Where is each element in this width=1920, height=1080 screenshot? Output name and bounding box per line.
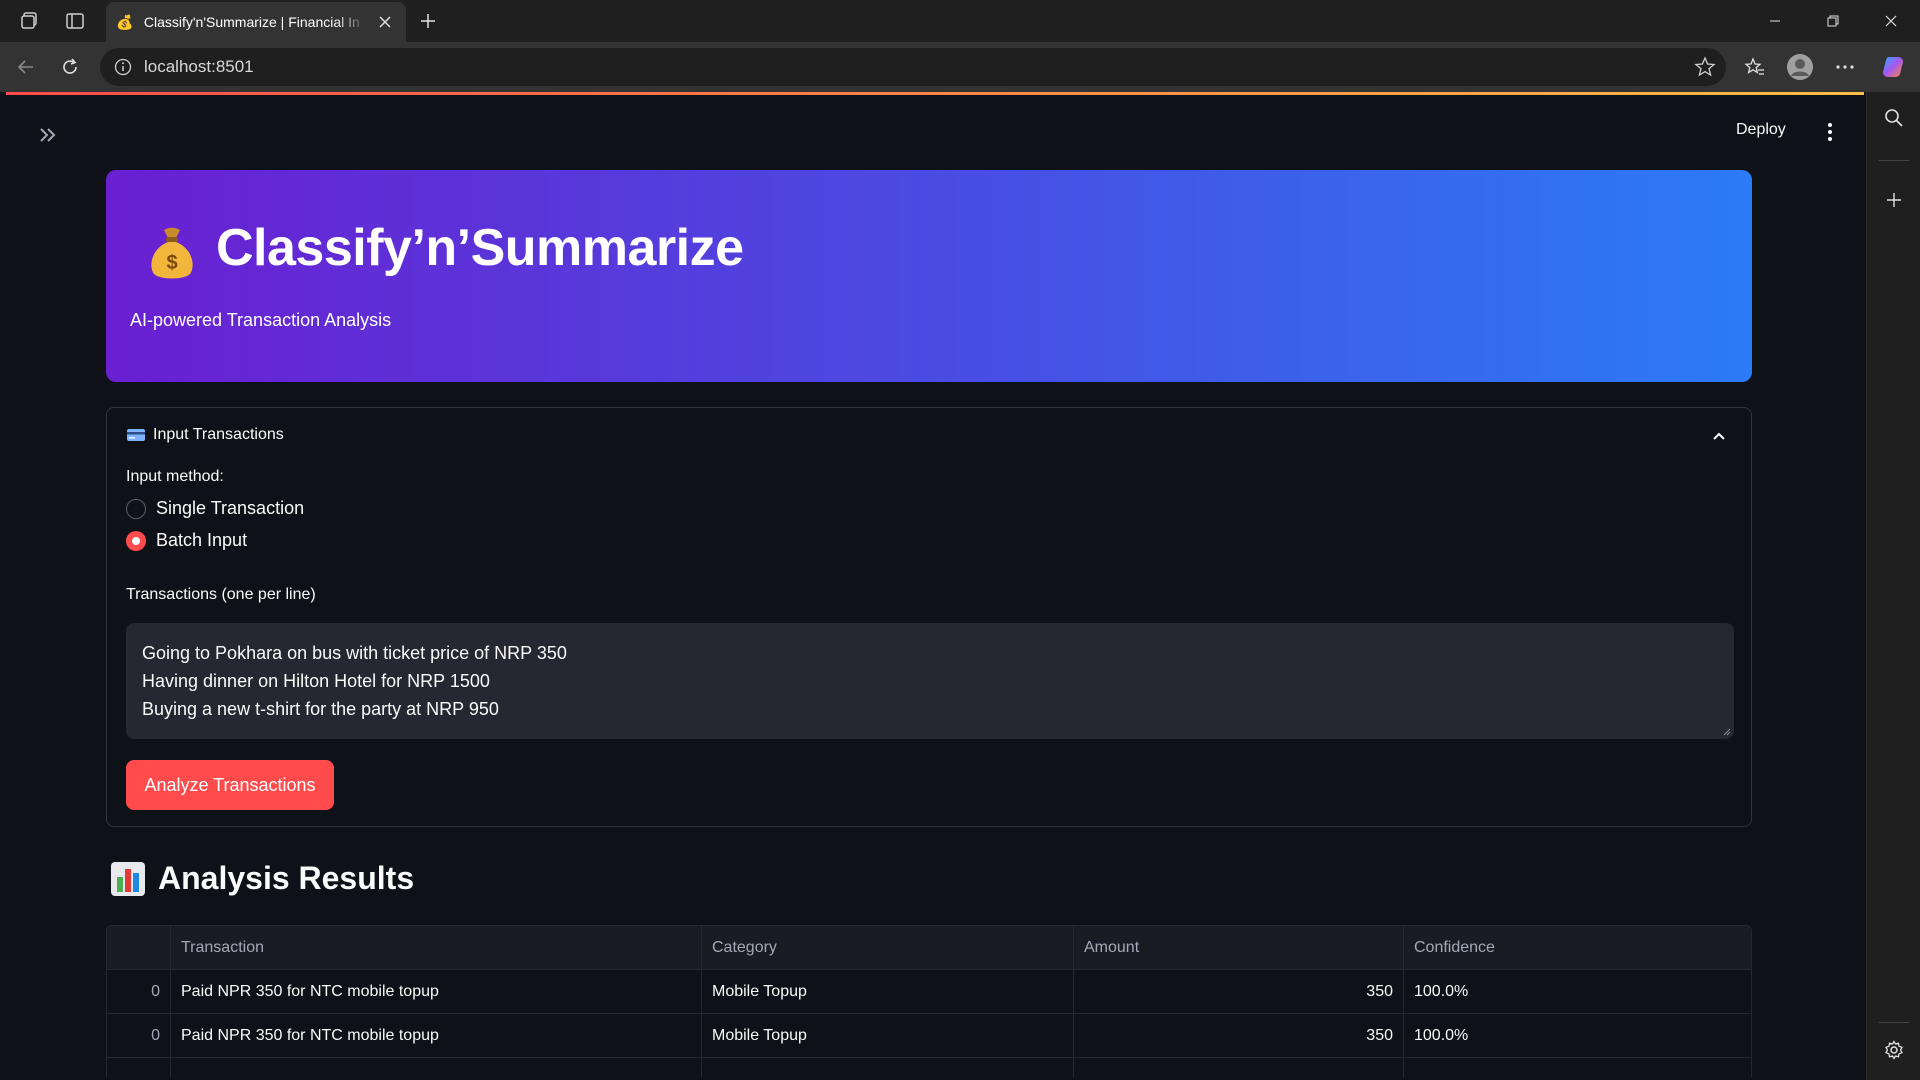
textarea-label: Transactions (one per line) — [126, 586, 316, 603]
cell-category[interactable] — [702, 1058, 1074, 1077]
column-header-transaction[interactable]: Transaction — [171, 926, 702, 970]
close-window-icon[interactable] — [1868, 6, 1914, 36]
cell-amount[interactable]: 350 — [1074, 970, 1404, 1014]
cell-amount[interactable]: 350 — [1074, 1014, 1404, 1058]
add-sidebar-app-icon[interactable] — [1880, 186, 1908, 214]
hero-banner: $ Classify’n’Summarize AI-powered Transa… — [106, 170, 1752, 382]
vertical-tabs-icon[interactable] — [62, 8, 88, 34]
app-subtitle: AI-powered Transaction Analysis — [130, 310, 392, 330]
new-tab-icon[interactable] — [414, 7, 442, 35]
address-text: localhost:8501 — [144, 57, 254, 76]
cell-transaction[interactable] — [171, 1058, 702, 1077]
site-info-icon[interactable] — [114, 58, 132, 76]
more-menu-icon[interactable] — [1830, 52, 1860, 82]
money-bag-icon: $ — [142, 222, 202, 282]
streamlit-app: Deploy $ Classify’n’Summarize AI-powered… — [6, 95, 1864, 1077]
textarea-line: Having dinner on Hilton Hotel for NRP 15… — [142, 671, 490, 691]
cell-transaction[interactable]: Paid NPR 350 for NTC mobile topup — [171, 970, 702, 1014]
workspaces-icon[interactable] — [17, 8, 43, 34]
radio-label: Batch Input — [156, 530, 248, 550]
row-index — [107, 1058, 171, 1077]
profile-avatar-icon[interactable] — [1785, 52, 1815, 82]
chevron-up-icon[interactable] — [1709, 426, 1729, 446]
browser-navbar: localhost:8501 — [0, 42, 1920, 92]
browser-titlebar: 💰 Classify'n'Summarize | Financial In — [0, 0, 1920, 42]
favorite-star-icon[interactable] — [1694, 56, 1716, 78]
sidebar-divider — [1879, 1022, 1909, 1023]
table-row: 0 Paid NPR 350 for NTC mobile topup Mobi… — [107, 970, 1751, 1014]
browser-sidebar — [1866, 92, 1920, 1080]
column-header-amount[interactable]: Amount — [1074, 926, 1404, 970]
settings-gear-icon[interactable] — [1880, 1036, 1908, 1064]
input-method-label: Input method: — [126, 468, 224, 485]
analyze-transactions-button[interactable]: Analyze Transactions — [126, 760, 334, 810]
cell-category[interactable]: Mobile Topup — [702, 970, 1074, 1014]
textarea-line: Going to Pokhara on bus with ticket pric… — [142, 643, 567, 663]
transactions-textarea[interactable]: Going to Pokhara on bus with ticket pric… — [126, 623, 1734, 739]
search-icon[interactable] — [1880, 104, 1908, 132]
results-table: Transaction Category Amount Confidence 0… — [106, 925, 1752, 1077]
radio-circle-selected[interactable] — [126, 530, 146, 551]
cell-transaction[interactable]: Paid NPR 350 for NTC mobile topup — [171, 1014, 702, 1058]
cell-confidence[interactable]: 100.0% — [1404, 970, 1751, 1014]
app-title: Classify’n’Summarize — [216, 219, 744, 277]
column-header-index[interactable] — [107, 926, 171, 970]
table-row-partial — [107, 1058, 1751, 1077]
deploy-button[interactable]: Deploy — [1728, 115, 1794, 145]
browser-tab-active[interactable]: 💰 Classify'n'Summarize | Financial In — [106, 2, 406, 42]
input-transactions-expander: Input Transactions Input method: Single … — [106, 407, 1752, 827]
radio-circle[interactable] — [126, 498, 146, 519]
cell-confidence[interactable]: 100.0% — [1404, 1014, 1751, 1058]
column-header-confidence[interactable]: Confidence — [1404, 926, 1751, 970]
column-header-category[interactable]: Category — [702, 926, 1074, 970]
cell-confidence[interactable] — [1404, 1058, 1751, 1077]
expand-sidebar-icon[interactable] — [32, 119, 64, 151]
bar-chart-icon — [110, 861, 146, 897]
textarea-line: Buying a new t-shirt for the party at NR… — [142, 699, 499, 719]
radio-single-transaction[interactable]: Single Transaction — [126, 498, 304, 519]
close-tab-icon[interactable] — [374, 11, 396, 33]
row-index: 0 — [107, 970, 171, 1014]
expander-title: Input Transactions — [153, 426, 284, 443]
address-bar[interactable]: localhost:8501 — [100, 48, 1726, 86]
radio-label: Single Transaction — [156, 498, 305, 518]
svg-text:$: $ — [166, 252, 177, 274]
expander-header[interactable]: Input Transactions — [127, 426, 284, 444]
copilot-icon[interactable] — [1878, 52, 1908, 82]
cell-category[interactable]: Mobile Topup — [702, 1014, 1074, 1058]
credit-card-icon — [127, 429, 145, 441]
table-row: 0 Paid NPR 350 for NTC mobile topup Mobi… — [107, 1014, 1751, 1058]
results-title: Analysis Results — [158, 860, 415, 896]
results-header: Analysis Results — [110, 860, 414, 897]
favorites-icon[interactable] — [1740, 52, 1770, 82]
main-menu-icon[interactable] — [1818, 117, 1842, 147]
radio-batch-input[interactable]: Batch Input — [126, 530, 247, 551]
restore-icon[interactable] — [1810, 6, 1856, 36]
resize-handle-icon[interactable] — [1723, 728, 1731, 736]
refresh-icon[interactable] — [56, 53, 84, 81]
minimize-icon[interactable] — [1752, 6, 1798, 36]
back-icon[interactable] — [12, 53, 40, 81]
row-index: 0 — [107, 1014, 171, 1058]
tab-title: Classify'n'Summarize | Financial In — [143, 14, 360, 30]
sidebar-divider — [1879, 160, 1909, 161]
table-header-row: Transaction Category Amount Confidence — [107, 926, 1751, 970]
cell-amount[interactable] — [1074, 1058, 1404, 1077]
tab-favicon-icon: 💰 — [116, 14, 134, 30]
